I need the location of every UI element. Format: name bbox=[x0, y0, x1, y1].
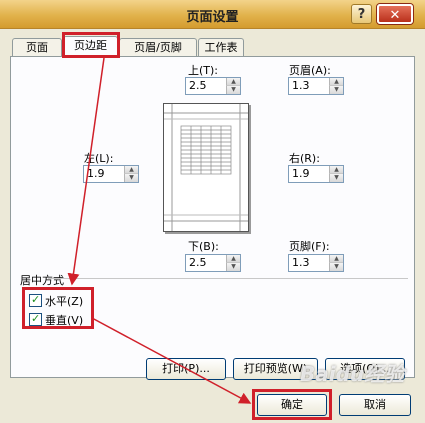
spin-down-icon[interactable]: ▼ bbox=[329, 174, 343, 182]
spin-up-icon[interactable]: ▲ bbox=[226, 78, 240, 86]
vertical-checkbox[interactable]: ✓ bbox=[29, 312, 42, 326]
cancel-button[interactable]: 取消 bbox=[339, 394, 411, 416]
tab-page[interactable]: 页面 bbox=[12, 38, 62, 56]
tab-margins[interactable]: 页边距 bbox=[63, 36, 118, 58]
spin-down-icon[interactable]: ▼ bbox=[124, 174, 138, 182]
page-preview bbox=[163, 103, 249, 232]
center-group-label: 居中方式 bbox=[20, 274, 64, 287]
spin-down-icon[interactable]: ▼ bbox=[226, 263, 240, 271]
left-margin-value[interactable]: 1.9 bbox=[87, 167, 105, 180]
tab-sheet[interactable]: 工作表 bbox=[198, 38, 244, 56]
title-bar: 页面设置 ? ✕ bbox=[0, 0, 425, 29]
header-margin-value[interactable]: 1.3 bbox=[292, 79, 310, 92]
spin-down-icon[interactable]: ▼ bbox=[226, 86, 240, 94]
bottom-margin-value[interactable]: 2.5 bbox=[189, 256, 207, 269]
spin-up-icon[interactable]: ▲ bbox=[226, 255, 240, 263]
top-margin-value[interactable]: 2.5 bbox=[189, 79, 207, 92]
checkmark-icon: ✓ bbox=[31, 293, 41, 306]
spin-up-icon[interactable]: ▲ bbox=[124, 166, 138, 174]
horizontal-checkbox-label[interactable]: 水平(Z) bbox=[45, 293, 83, 309]
left-margin-spinner[interactable]: 1.9 ▲ ▼ bbox=[83, 165, 139, 183]
right-margin-label: 右(R): bbox=[289, 152, 320, 165]
footer-margin-label: 页脚(F): bbox=[289, 240, 330, 253]
left-margin-label: 左(L): bbox=[84, 152, 114, 165]
page-preview-grid-icon bbox=[164, 104, 248, 231]
top-margin-spinner[interactable]: 2.5 ▲ ▼ bbox=[185, 77, 241, 95]
spin-up-icon[interactable]: ▲ bbox=[329, 166, 343, 174]
header-margin-spinner[interactable]: 1.3 ▲ ▼ bbox=[288, 77, 344, 95]
tab-header-footer[interactable]: 页眉/页脚 bbox=[119, 38, 197, 56]
spin-up-icon[interactable]: ▲ bbox=[329, 255, 343, 263]
horizontal-checkbox[interactable]: ✓ bbox=[29, 293, 42, 307]
spin-down-icon[interactable]: ▼ bbox=[329, 86, 343, 94]
print-button[interactable]: 打印(P)... bbox=[146, 358, 226, 380]
footer-margin-value[interactable]: 1.3 bbox=[292, 256, 310, 269]
checkmark-icon: ✓ bbox=[31, 312, 41, 325]
footer-margin-spinner[interactable]: 1.3 ▲ ▼ bbox=[288, 254, 344, 272]
bottom-margin-spinner[interactable]: 2.5 ▲ ▼ bbox=[185, 254, 241, 272]
group-divider bbox=[48, 278, 408, 279]
right-margin-spinner[interactable]: 1.9 ▲ ▼ bbox=[288, 165, 344, 183]
close-button[interactable]: ✕ bbox=[377, 4, 413, 24]
vertical-checkbox-label[interactable]: 垂直(V) bbox=[45, 312, 83, 328]
right-margin-value[interactable]: 1.9 bbox=[292, 167, 310, 180]
ok-button[interactable]: 确定 bbox=[257, 394, 327, 416]
header-margin-label: 页眉(A): bbox=[289, 64, 331, 77]
spin-down-icon[interactable]: ▼ bbox=[329, 263, 343, 271]
watermark-text: Baidu经验 bbox=[300, 362, 405, 386]
help-button[interactable]: ? bbox=[351, 4, 372, 24]
bottom-margin-label: 下(B): bbox=[188, 240, 219, 253]
top-margin-label: 上(T): bbox=[188, 64, 219, 77]
spin-up-icon[interactable]: ▲ bbox=[329, 78, 343, 86]
